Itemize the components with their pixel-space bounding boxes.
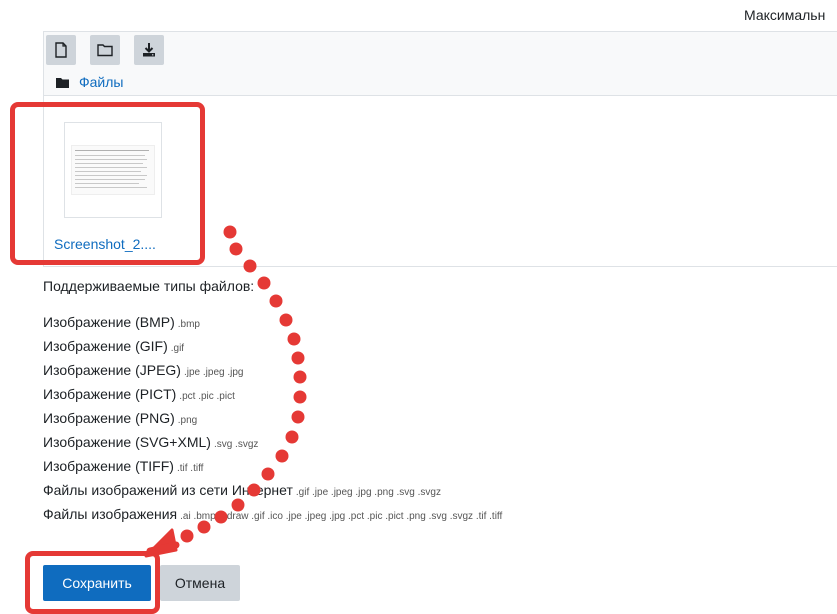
download-icon [143,43,155,57]
file-type-item: Изображение (GIF) .gif [43,338,185,354]
file-type-item: Изображение (TIFF) .tif .tiff [43,458,204,474]
breadcrumb-files-link[interactable]: Файлы [79,74,123,90]
file-type-item: Изображение (PNG) .png [43,410,198,426]
image-thumbnail[interactable] [64,122,162,218]
supported-types-title: Поддерживаемые типы файлов: [43,278,255,294]
file-type-item: Изображение (JPEG) .jpe .jpeg .jpg [43,362,244,378]
add-file-button[interactable] [46,35,76,65]
file-type-item: Файлы изображений из сети Интернет .gif .… [43,482,441,498]
file-name-link[interactable]: Screenshot_2.... [54,236,156,252]
thumbnail-preview [71,145,155,195]
file-icon [55,42,67,58]
file-type-item: Файлы изображения .ai .bmp .gdraw .gif .i… [43,506,503,522]
file-type-item: Изображение (SVG+XML) .svg .svgz [43,434,259,450]
breadcrumb: Файлы [56,74,123,90]
file-type-item: Изображение (BMP) .bmp [43,314,200,330]
folder-solid-icon [56,77,69,88]
file-manager: Файлы Screenshot_2.... [43,31,837,267]
supported-file-types: Поддерживаемые типы файлов: Изображение … [43,276,502,526]
max-file-size-label: Максимальн [744,7,826,23]
cancel-button[interactable]: Отмена [160,565,240,601]
save-button[interactable]: Сохранить [43,565,151,601]
file-type-item: Изображение (PICT) .pct .pic .pict [43,386,235,402]
create-folder-button[interactable] [90,35,120,65]
file-manager-toolbar: Файлы [44,32,837,96]
file-item[interactable]: Screenshot_2.... [54,122,194,262]
download-all-button[interactable] [134,35,164,65]
folder-icon [97,44,113,57]
